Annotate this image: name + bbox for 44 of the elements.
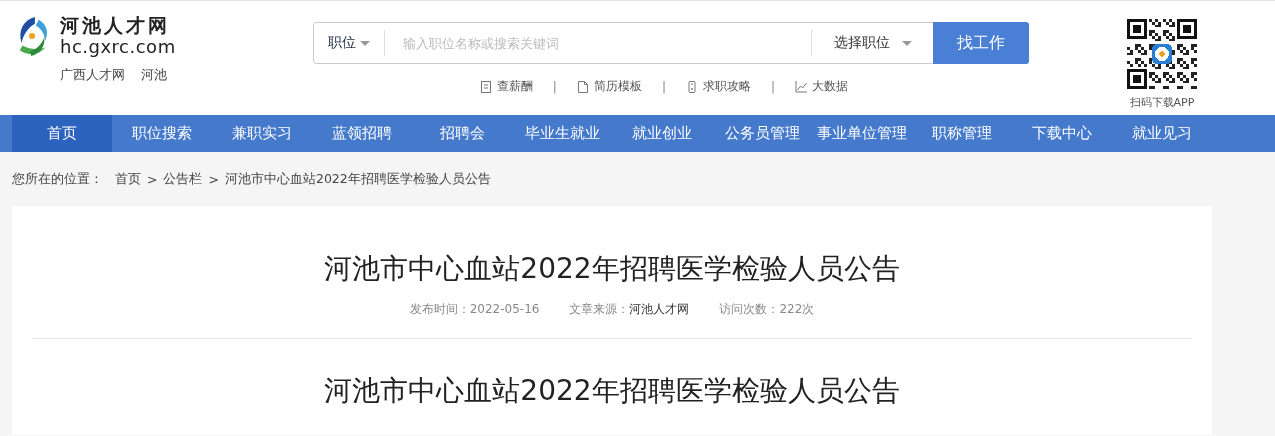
quick-link[interactable]: 大数据 bbox=[795, 78, 848, 95]
qr-caption: 扫码下载APP bbox=[1129, 95, 1195, 110]
nav-tab[interactable]: 蓝领招聘 bbox=[312, 115, 412, 152]
nav-tab[interactable]: 首页 bbox=[12, 115, 112, 152]
separator: | bbox=[770, 79, 775, 94]
separator: | bbox=[552, 79, 557, 94]
document-icon bbox=[576, 79, 590, 94]
nav-tab[interactable]: 招聘会 bbox=[412, 115, 512, 152]
breadcrumb-separator: > bbox=[208, 171, 219, 187]
chart-icon bbox=[795, 79, 808, 94]
quick-link[interactable]: 简历模板 bbox=[576, 78, 642, 95]
article-meta: 文章来源：河池人才网 bbox=[569, 301, 690, 318]
nav-tab[interactable]: 职位搜索 bbox=[112, 115, 212, 152]
search-button[interactable]: 找工作 bbox=[933, 22, 1029, 64]
caret-icon bbox=[901, 40, 912, 46]
separator: | bbox=[661, 79, 666, 94]
search-bar[interactable]: 职位 输入职位名称或搜索关键词 选择职位 找工作 bbox=[313, 22, 1029, 64]
article-title: 河池市中心血站2022年招聘医学检验人员公告 bbox=[323, 251, 901, 287]
nav-tab[interactable]: 毕业生就业 bbox=[512, 115, 612, 152]
breadcrumb-label: 您所在的位置： bbox=[12, 170, 103, 188]
breadcrumb-link[interactable]: 首页 bbox=[115, 170, 141, 188]
breadcrumb-current: 河池市中心血站2022年招聘医学检验人员公告 bbox=[224, 170, 491, 188]
site-tag: 广西人才网 bbox=[60, 66, 125, 84]
nav-tab[interactable]: 就业创业 bbox=[612, 115, 712, 152]
breadcrumb-link[interactable]: 公告栏 bbox=[163, 170, 203, 188]
article-meta: 访问次数：222次 bbox=[719, 301, 815, 318]
nav-tab[interactable]: 就业见习 bbox=[1112, 115, 1212, 152]
article-heading: 河池市中心血站2022年招聘医学检验人员公告 bbox=[323, 373, 901, 409]
qr-code[interactable] bbox=[1127, 19, 1197, 89]
phone-icon bbox=[685, 79, 699, 94]
nav-tab[interactable]: 下载中心 bbox=[1012, 115, 1112, 152]
receipt-icon bbox=[479, 79, 493, 94]
nav-tab[interactable]: 兼职实习 bbox=[212, 115, 312, 152]
quick-link[interactable]: 查薪酬 bbox=[479, 78, 533, 95]
nav-tab[interactable]: 公务员管理 bbox=[712, 115, 812, 152]
site-tag: 河池 bbox=[141, 66, 167, 84]
caret-icon bbox=[360, 40, 370, 46]
article-meta: 发布时间：2022-05-16 bbox=[409, 301, 540, 318]
breadcrumb-separator: > bbox=[147, 171, 158, 187]
nav-tab[interactable]: 职称管理 bbox=[912, 115, 1012, 152]
nav-tab[interactable]: 事业单位管理 bbox=[812, 115, 912, 152]
quick-link[interactable]: 求职攻略 bbox=[685, 78, 751, 95]
logo-title[interactable]: 河池人才网 bbox=[60, 13, 176, 37]
logo-domain: hc.gxrc.com bbox=[60, 37, 176, 57]
